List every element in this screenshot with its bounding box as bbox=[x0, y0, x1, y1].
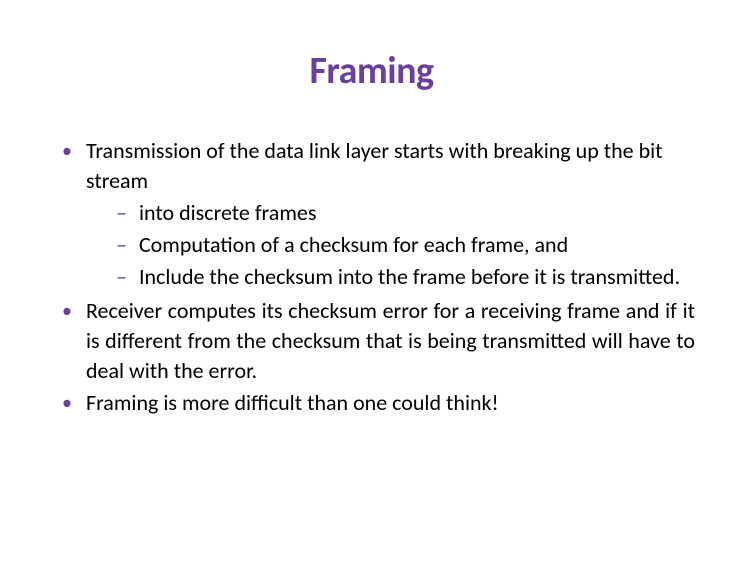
bullet-item: • Transmission of the data link layer st… bbox=[62, 136, 695, 294]
bullet-marker-icon: • bbox=[62, 296, 72, 326]
bullet-text: Framing is more difficult than one could… bbox=[86, 388, 695, 418]
bullet-text: Receiver computes its checksum error for… bbox=[86, 296, 695, 386]
bullet-item: • Framing is more difficult than one cou… bbox=[62, 388, 695, 418]
sub-text: Include the checksum into the frame befo… bbox=[139, 262, 695, 292]
sub-item: – into discrete frames bbox=[116, 198, 695, 228]
bullet-marker-icon: • bbox=[62, 388, 72, 418]
sub-text: Computation of a checksum for each frame… bbox=[139, 230, 695, 260]
slide-content: • Transmission of the data link layer st… bbox=[0, 136, 743, 418]
sub-item: – Computation of a checksum for each fra… bbox=[116, 230, 695, 260]
sub-list: – into discrete frames – Computation of … bbox=[116, 198, 695, 292]
slide-title: Framing bbox=[0, 48, 743, 94]
sub-item: – Include the checksum into the frame be… bbox=[116, 262, 695, 292]
sub-text: into discrete frames bbox=[139, 198, 695, 228]
dash-marker-icon: – bbox=[116, 230, 127, 260]
bullet-item: • Receiver computes its checksum error f… bbox=[62, 296, 695, 386]
bullet-body: Transmission of the data link layer star… bbox=[86, 136, 695, 294]
bullet-marker-icon: • bbox=[62, 136, 72, 166]
dash-marker-icon: – bbox=[116, 262, 127, 292]
slide-container: Framing • Transmission of the data link … bbox=[0, 0, 743, 567]
dash-marker-icon: – bbox=[116, 198, 127, 228]
bullet-text: Transmission of the data link layer star… bbox=[86, 137, 663, 194]
bullet-list: • Transmission of the data link layer st… bbox=[62, 136, 695, 418]
